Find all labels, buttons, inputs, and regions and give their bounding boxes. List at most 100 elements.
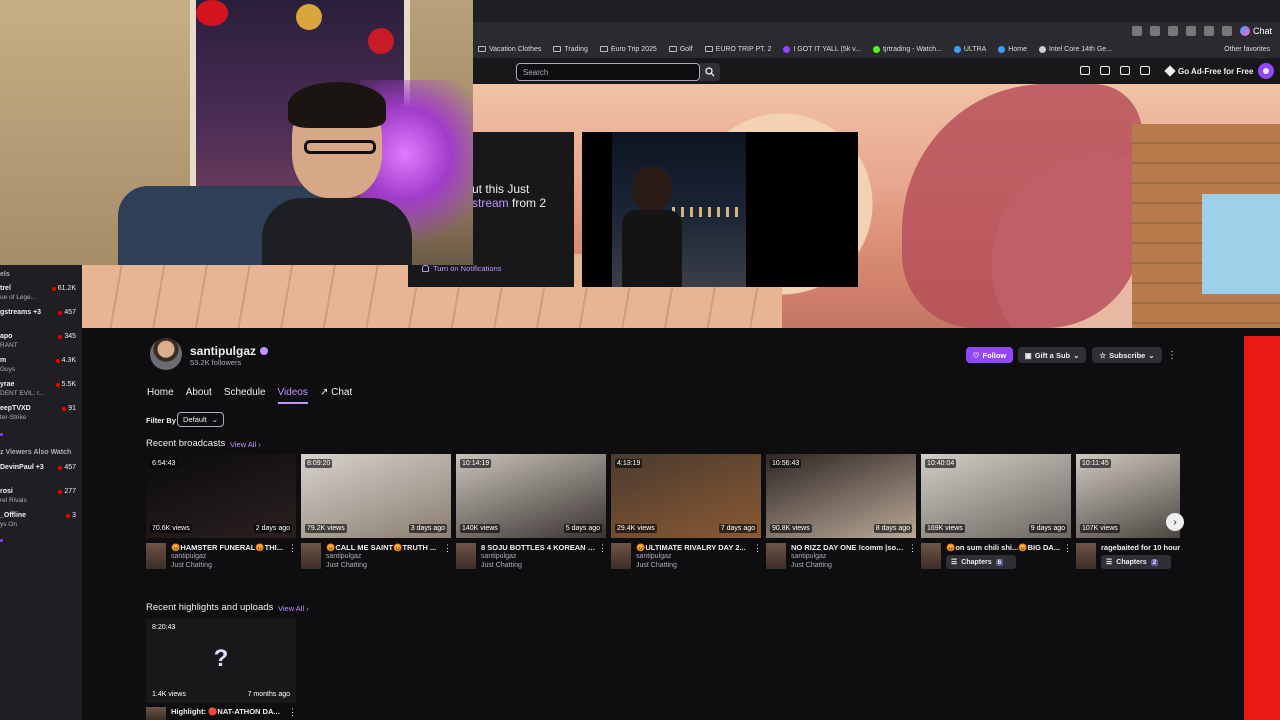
settings-icon[interactable] — [1185, 26, 1196, 36]
bookmark-item[interactable]: Golf — [668, 46, 693, 53]
video-title[interactable]: 😡CALL ME SAINT😡TRUTH ... — [326, 543, 441, 552]
inbox-icon[interactable] — [1100, 66, 1110, 75]
bookmark-item[interactable]: Euro Trip 2025 — [599, 46, 657, 53]
bookmark-item[interactable]: Trading — [553, 46, 588, 53]
tab-about[interactable]: About — [186, 387, 212, 404]
other-favorites[interactable]: Other favorites — [1221, 46, 1270, 53]
more-options-icon[interactable]: ⋮ — [443, 543, 452, 554]
sidebar-channel-item[interactable]: gstreams +3 457 — [0, 309, 82, 333]
refresh-icon[interactable] — [1167, 26, 1178, 36]
notifications-icon[interactable] — [1140, 66, 1150, 75]
recent-highlights-view-all[interactable]: View All › — [278, 604, 309, 613]
subscribe-button[interactable]: ☆ Subscribe ⌄ — [1092, 347, 1162, 363]
tab-chat[interactable]: ↗ Chat — [320, 387, 352, 404]
video-card[interactable]: 4:13:19 29.4K views 7 days ago 😡ULTIMATE RI… — [611, 454, 762, 579]
sidebar-recommended-item[interactable]: _Offline ys On 3 — [0, 512, 82, 536]
video-thumbnail[interactable]: 6:54:43 70.6K views 2 days ago — [146, 454, 296, 538]
video-meta: 😡on sum chili shi...😡BIG DA... ☰ Chapters 6… — [921, 543, 1072, 579]
sidebar-channel-item[interactable]: m Guys 4.3K — [0, 357, 82, 381]
highlight-title[interactable]: Highlight: 🔴NAT-ATHON DAY... — [171, 707, 283, 716]
sidebar-channel-item[interactable]: apo RANT 345 — [0, 333, 82, 357]
go-ad-free-button[interactable]: Go Ad-Free for Free — [1160, 62, 1259, 80]
video-category[interactable]: Just Chatting — [171, 562, 212, 569]
channel-name[interactable]: santipulgaz — [190, 344, 269, 358]
video-card[interactable]: 10:11:45 107K views ragebaited for 10 hour… — [1076, 454, 1180, 579]
channel-mini-avatar — [146, 543, 166, 569]
video-thumbnail[interactable]: 10:56:43 90.8K views 8 days ago — [766, 454, 916, 538]
search-button[interactable] — [700, 63, 720, 81]
bell-icon — [422, 265, 429, 272]
video-category[interactable]: Just Chatting — [326, 562, 367, 569]
video-channel[interactable]: santipulgaz — [636, 553, 671, 560]
bookmark-item[interactable]: EURO TRIP PT. 2 — [704, 46, 771, 53]
video-thumbnail[interactable]: 8:09:20 79.2K views 3 days ago — [301, 454, 451, 538]
video-card[interactable]: 8:09:20 79.2K views 3 days ago 😡CALL ME SAI… — [301, 454, 452, 579]
filter-dropdown[interactable]: Default ⌄ — [177, 412, 224, 427]
chapters-button[interactable]: ☰ Chapters 6 — [946, 555, 1016, 569]
show-more-dot[interactable] — [0, 539, 3, 542]
featured-clip-player[interactable] — [582, 132, 858, 287]
more-options-icon[interactable]: ⋮ — [598, 543, 607, 554]
video-thumbnail[interactable]: 4:13:19 29.4K views 7 days ago — [611, 454, 761, 538]
user-avatar[interactable] — [1258, 63, 1274, 79]
video-card[interactable]: 10:56:43 90.8K views 8 days ago NO RIZZ DAY… — [766, 454, 917, 579]
channel-avatar[interactable] — [150, 338, 182, 370]
search-input[interactable]: Search — [516, 63, 700, 81]
more-options-icon[interactable]: ⋮ — [908, 543, 917, 554]
video-title[interactable]: 😡ULTIMATE RIVALRY DAY 2... — [636, 543, 751, 552]
video-card[interactable]: 6:54:43 70.6K views 2 days ago 😡HAMSTER FUN… — [146, 454, 297, 579]
more-options-icon[interactable]: ⋮ — [753, 543, 762, 554]
video-thumbnail[interactable]: 10:11:45 107K views — [1076, 454, 1180, 538]
video-category[interactable]: Just Chatting — [636, 562, 677, 569]
sidebar-channel-item[interactable]: trel ue of Lege... 61.2K — [0, 285, 82, 309]
bookmark-item[interactable]: Intel Core 14th Ge... — [1038, 45, 1112, 53]
video-title[interactable]: ragebaited for 10 hour — [1101, 543, 1181, 552]
video-category[interactable]: Just Chatting — [481, 562, 522, 569]
show-more-dot[interactable] — [0, 433, 3, 436]
more-options-icon[interactable]: ⋮ — [288, 543, 297, 554]
more-options-icon[interactable]: ⋮ — [1063, 543, 1072, 554]
highlight-thumbnail[interactable]: 8:20:43 ? 1.4K views 7 months ago — [146, 619, 296, 703]
more-options-icon[interactable]: ⋮ — [1166, 347, 1178, 363]
video-title[interactable]: 8 SOJU BOTTLES 4 KOREAN F... — [481, 543, 596, 552]
sidebar-recommended-item[interactable]: DevinPaul +3 457 — [0, 464, 82, 488]
tab-schedule[interactable]: Schedule — [224, 387, 266, 404]
more-icon[interactable] — [1221, 26, 1232, 36]
chevron-right-icon[interactable]: › — [1166, 513, 1184, 531]
video-title[interactable]: NO RIZZ DAY ONE !comm |soci... — [791, 543, 906, 552]
sidebar-channel-item[interactable]: yrae DENT EVIL: r... 5.5K — [0, 381, 82, 405]
bookmark-item[interactable]: I GOT IT YALL (5k v... — [783, 45, 861, 53]
sidebar-channel-item[interactable]: eepTVXD ter-Strike 91 — [0, 405, 82, 429]
whispers-icon[interactable] — [1120, 66, 1130, 75]
tab-videos[interactable]: Videos — [277, 387, 308, 404]
video-title[interactable]: 😡on sum chili shi...😡BIG DA... — [946, 543, 1061, 552]
bookmark-item[interactable]: tjrtrading - Watch... — [872, 45, 942, 53]
video-channel[interactable]: santipulgaz — [481, 553, 516, 560]
video-channel[interactable]: santipulgaz — [791, 553, 826, 560]
tab-home[interactable]: Home — [147, 387, 174, 404]
bookmark-item[interactable]: ULTRA — [953, 45, 986, 53]
video-title[interactable]: 😡HAMSTER FUNERAL😡THI... — [171, 543, 286, 552]
crown-icon[interactable] — [1080, 66, 1090, 75]
chapters-button[interactable]: ☰ Chapters 2 — [1101, 555, 1171, 569]
recent-broadcasts-view-all[interactable]: View All › — [230, 440, 261, 449]
video-thumbnail[interactable]: 10:14:19 140K views 5 days ago — [456, 454, 606, 538]
video-card[interactable]: 10:40:04 169K views 9 days ago 😡on sum chil… — [921, 454, 1072, 579]
turn-on-notifications-button[interactable]: Turn on Notifications — [422, 264, 502, 273]
video-channel[interactable]: santipulgaz — [326, 553, 361, 560]
copilot-chat-button[interactable]: Chat — [1239, 26, 1272, 36]
offline-stream-link[interactable]: stream — [472, 196, 509, 210]
more-options-icon[interactable]: ⋮ — [288, 707, 297, 718]
bookmark-item[interactable]: Home — [998, 45, 1027, 53]
gift-a-sub-button[interactable]: ▣ Gift a Sub ⌄ — [1018, 347, 1086, 363]
profile-icon[interactable] — [1203, 26, 1214, 36]
video-card[interactable]: 10:14:19 140K views 5 days ago 8 SOJU BOTTL… — [456, 454, 607, 579]
video-channel[interactable]: santipulgaz — [171, 553, 206, 560]
star-icon[interactable] — [1131, 26, 1142, 36]
video-category[interactable]: Just Chatting — [791, 562, 832, 569]
follow-button[interactable]: ♡ Follow — [966, 347, 1013, 363]
extension-icon[interactable] — [1149, 26, 1160, 36]
bookmark-item[interactable]: Vacation Clothes — [478, 46, 541, 53]
video-thumbnail[interactable]: 10:40:04 169K views 9 days ago — [921, 454, 1071, 538]
sidebar-recommended-item[interactable]: rosi rel Rivals 277 — [0, 488, 82, 512]
